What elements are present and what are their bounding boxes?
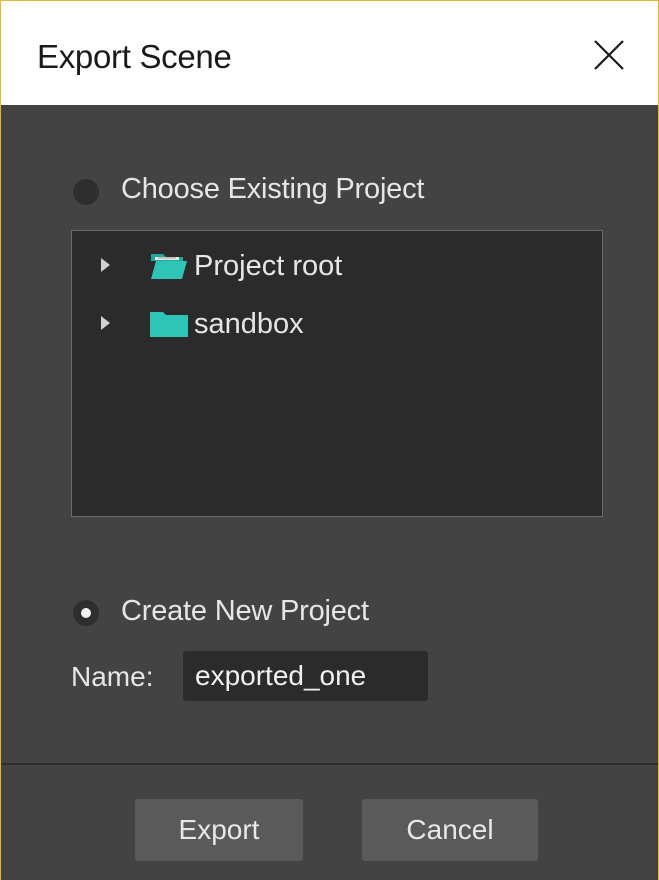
tree-item-sandbox[interactable]: sandbox	[72, 302, 602, 346]
tree-item-project-root[interactable]: Project root	[72, 244, 602, 288]
project-name-input[interactable]	[183, 651, 428, 701]
choose-existing-label[interactable]: Choose Existing Project	[121, 173, 424, 206]
tree-item-label: sandbox	[194, 308, 304, 340]
create-new-radio[interactable]	[73, 600, 99, 626]
export-button[interactable]: Export	[135, 799, 303, 861]
export-scene-dialog: Export Scene Choose Existing Project Pro…	[0, 0, 659, 880]
close-icon	[594, 40, 624, 70]
name-label: Name:	[71, 661, 154, 692]
folder-open-icon	[151, 254, 187, 279]
title-bar: Export Scene	[1, 1, 658, 105]
create-new-label[interactable]: Create New Project	[121, 595, 369, 628]
choose-existing-radio[interactable]	[73, 179, 99, 205]
folder-icon	[150, 312, 188, 337]
dialog-footer: Export Cancel	[1, 763, 658, 880]
project-tree[interactable]: Project root sandbox	[71, 230, 603, 517]
expand-arrow-icon[interactable]	[101, 316, 110, 330]
close-button[interactable]	[581, 31, 633, 79]
tree-item-label: Project root	[194, 250, 343, 282]
cancel-button[interactable]: Cancel	[362, 799, 538, 861]
expand-arrow-icon[interactable]	[101, 258, 110, 272]
dialog-title: Export Scene	[37, 38, 232, 75]
